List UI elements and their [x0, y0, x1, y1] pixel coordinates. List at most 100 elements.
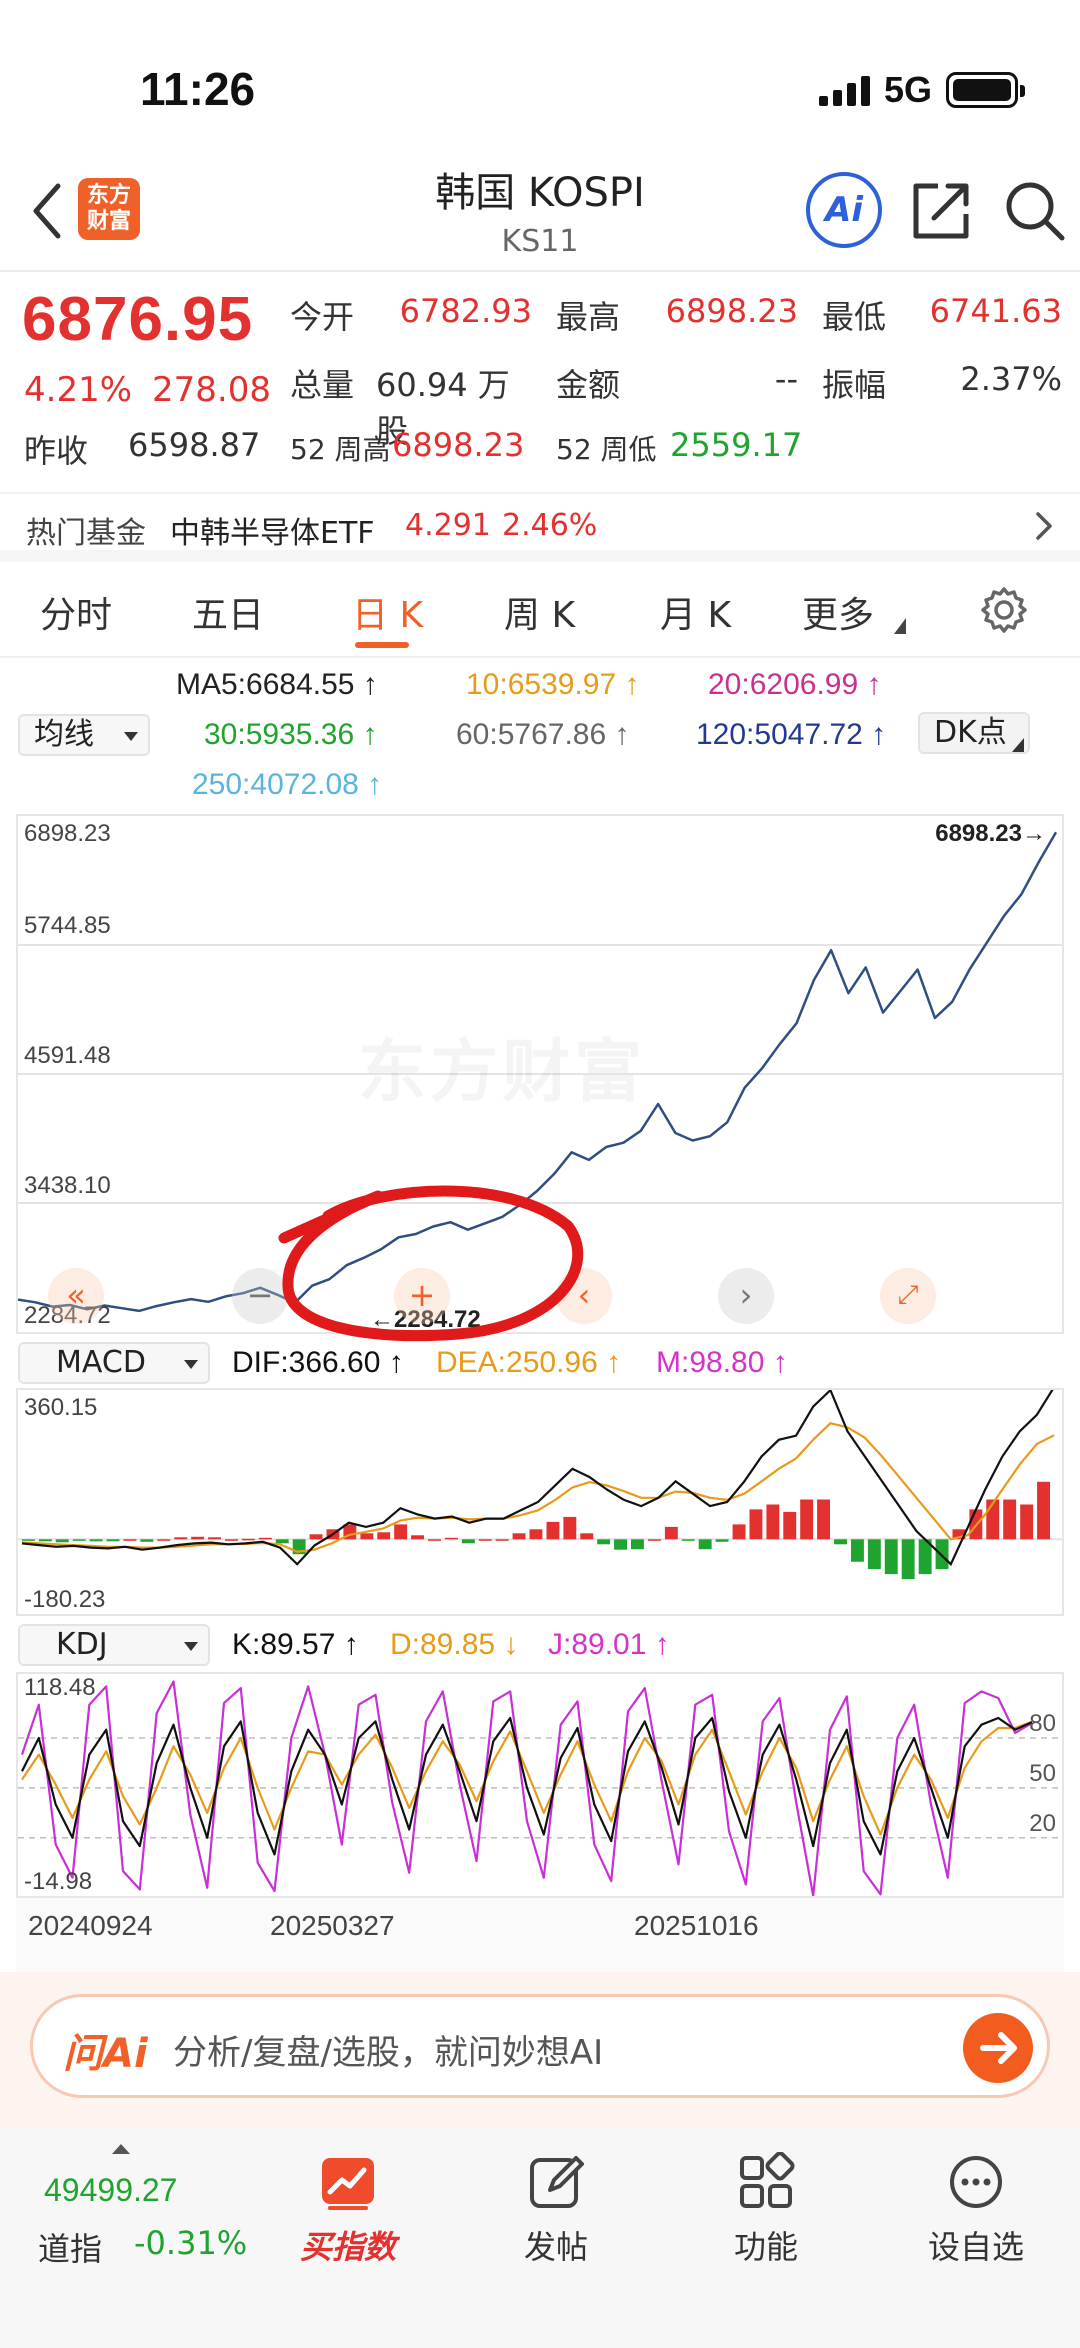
- nav-label: 发帖: [523, 2228, 588, 2266]
- nav-label: 设自选: [927, 2228, 1024, 2266]
- macd-selector[interactable]: MACD: [18, 1342, 210, 1384]
- edit-icon: [530, 2156, 584, 2208]
- ma-selector-label: 均线: [34, 717, 94, 752]
- macd-histogram-bar: [191, 1536, 205, 1540]
- hand-drawn-circle-annotation: [278, 1185, 584, 1342]
- dow-value[interactable]: 49499.27: [44, 2172, 177, 2209]
- w52-high-value: 6898.23: [392, 426, 525, 464]
- trend-chart-icon: [322, 2158, 374, 2210]
- nav-watchlist[interactable]: 设自选: [896, 2152, 1056, 2268]
- kdj-right-tick: 50: [1029, 1760, 1056, 1787]
- amount-label: 金额: [556, 366, 621, 404]
- ai-send-button[interactable]: [963, 2013, 1033, 2083]
- ticker-caret-icon[interactable]: [112, 2144, 130, 2154]
- macd-tick-label: -180.23: [24, 1586, 106, 1613]
- scroll-left-button[interactable]: «: [48, 1268, 104, 1324]
- kdj-tick-label: 118.48: [24, 1674, 96, 1701]
- macd-histogram-bar: [648, 1539, 661, 1541]
- low-label: 最低: [822, 298, 887, 336]
- macd-chart[interactable]: [18, 1390, 1062, 1614]
- kdj-selector[interactable]: KDJ: [18, 1624, 210, 1666]
- nav-label: 功能: [733, 2228, 798, 2266]
- kdj-chart[interactable]: [18, 1674, 1062, 1896]
- tab-weekly-k[interactable]: 周 K: [504, 586, 575, 638]
- hot-fund-name: 中韩半导体ETF: [170, 516, 375, 551]
- macd-histogram-bar: [563, 1516, 577, 1540]
- dow-percent[interactable]: -0.31%: [134, 2224, 247, 2262]
- macd-histogram-bar: [732, 1524, 746, 1540]
- tab-five-day[interactable]: 五日: [192, 586, 264, 638]
- price-tick-label: 4591.48: [24, 1042, 111, 1069]
- battery-icon: [946, 72, 1025, 108]
- macd-histogram-bar: [208, 1537, 221, 1540]
- macd-histogram-bar: [986, 1499, 1000, 1540]
- macd-histogram-bar: [394, 1524, 408, 1540]
- status-time: 11:26: [140, 63, 256, 115]
- status-indicators: 5G: [818, 66, 1025, 114]
- tab-more[interactable]: 更多: [802, 586, 874, 638]
- macd-chart-panel[interactable]: 360.15 -180.23: [16, 1388, 1064, 1616]
- price-tick-label: 3438.10: [24, 1172, 111, 1199]
- ma-selector[interactable]: 均线: [18, 714, 150, 756]
- macd-histogram-bar: [22, 1539, 35, 1541]
- ma30-value: 30:5935.36 ↑: [204, 718, 378, 751]
- w52-low-value: 2559.17: [670, 426, 803, 464]
- macd-histogram-bar: [72, 1539, 86, 1541]
- fullscreen-button[interactable]: ⤢: [880, 1268, 936, 1324]
- macd-histogram-bar: [817, 1499, 830, 1540]
- nav-post[interactable]: 发帖: [476, 2152, 636, 2268]
- macd-histogram-bar: [157, 1539, 171, 1541]
- low-value: 6741.63: [929, 292, 1062, 330]
- grid-icon: [740, 2151, 795, 2208]
- macd-histogram-bar: [851, 1539, 864, 1562]
- tab-monthly-k[interactable]: 月 K: [660, 586, 731, 638]
- macd-histogram-bar: [614, 1539, 627, 1550]
- ai-bar-logo: 问Ai: [63, 2031, 148, 2077]
- macd-m-value: M:98.80 ↑: [656, 1346, 788, 1379]
- ai-ask-bar[interactable]: 问Ai 分析/复盘/选股，就问妙想AI: [30, 1994, 1050, 2098]
- macd-tick-label: 360.15: [24, 1394, 98, 1421]
- macd-histogram-bar: [55, 1539, 69, 1543]
- watermark-logo: 东方财富: [358, 1016, 646, 1115]
- header-divider: [0, 270, 1080, 272]
- price-chart-panel[interactable]: 东方财富 6898.23 5744.85 4591.48 3438.10 228…: [16, 814, 1064, 1342]
- macd-histogram-bar: [580, 1533, 594, 1540]
- ai-ask-input[interactable]: 分析/复盘/选股，就问妙想AI: [173, 2025, 603, 2074]
- macd-histogram-bar: [749, 1509, 763, 1540]
- macd-histogram-bar: [174, 1537, 188, 1540]
- next-button[interactable]: ›: [718, 1268, 774, 1324]
- kdj-j-value: J:89.01 ↑: [548, 1628, 670, 1661]
- search-icon[interactable]: [1000, 176, 1068, 244]
- network-type: 5G: [883, 69, 932, 110]
- macd-histogram-bar: [309, 1534, 323, 1540]
- ma60-value: 60:5767.86 ↑: [456, 718, 630, 751]
- tab-intraday[interactable]: 分时: [40, 586, 112, 638]
- macd-histogram-bar: [123, 1539, 137, 1541]
- kdj-tick-label: -14.98: [24, 1868, 93, 1895]
- macd-histogram-bar: [360, 1533, 374, 1540]
- macd-histogram-bar: [106, 1539, 120, 1542]
- macd-histogram-bar: [901, 1539, 915, 1580]
- share-icon[interactable]: [908, 176, 976, 244]
- macd-histogram-bar: [715, 1539, 729, 1542]
- w52-high-label: 52 周高: [290, 433, 391, 466]
- tab-daily-k[interactable]: 日 K: [352, 586, 423, 638]
- open-label: 今开: [290, 298, 355, 336]
- dow-label[interactable]: 道指: [38, 2224, 102, 2270]
- gear-icon[interactable]: [978, 584, 1030, 636]
- kdj-k-value: K:89.57 ↑: [232, 1628, 359, 1661]
- macd-histogram-bar: [258, 1537, 272, 1540]
- amount-value: --: [774, 360, 798, 398]
- nav-functions[interactable]: 功能: [686, 2151, 846, 2268]
- macd-histogram-bar: [241, 1538, 255, 1541]
- change-amount: 278.08: [152, 370, 271, 410]
- hot-fund-row[interactable]: 热门基金 中韩半导体ETF 4.291 2.46%: [0, 492, 1080, 562]
- ai-assistant-button[interactable]: Ai: [806, 172, 882, 248]
- macd-dif-value: DIF:366.60 ↑: [232, 1346, 404, 1379]
- nav-buy-index[interactable]: 买指数: [268, 2152, 428, 2268]
- macd-histogram-bar: [800, 1499, 814, 1540]
- ma250-value: 250:4072.08 ↑: [192, 768, 383, 801]
- x-tick-label: 20240924: [28, 1910, 153, 1941]
- high-label: 最高: [556, 298, 621, 336]
- kdj-chart-panel[interactable]: 118.48 -14.98 80 50 20: [16, 1672, 1064, 1898]
